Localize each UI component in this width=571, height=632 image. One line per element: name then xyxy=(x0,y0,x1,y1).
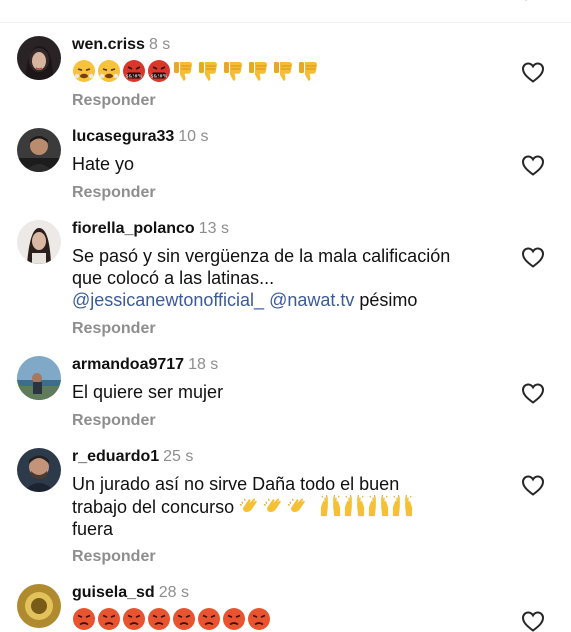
thumbs-down-icon xyxy=(222,59,246,83)
username[interactable]: lucasegura33 xyxy=(72,128,174,145)
mention-link[interactable]: @nawat.tv xyxy=(269,290,354,310)
timestamp: 13 s xyxy=(198,220,229,237)
angry-face-icon xyxy=(197,607,221,631)
thumbs-down-icon xyxy=(247,59,271,83)
reply-button[interactable]: Responder xyxy=(72,184,156,202)
thumbs-down-icon xyxy=(297,59,321,83)
clapping-hands-icon xyxy=(286,495,309,518)
username[interactable]: wen.criss xyxy=(72,36,145,53)
comment-text: Hate yo xyxy=(72,154,135,174)
comment-text-tail: pésimo xyxy=(359,290,418,310)
username[interactable]: armandoa9717 xyxy=(72,356,184,373)
emoji-row xyxy=(72,607,271,631)
comment-header: lucasegura33 10 s xyxy=(72,128,209,146)
comment-text-line: que colocó a las latinas... xyxy=(72,268,275,288)
raising-hands-icon xyxy=(367,495,390,518)
timestamp: 18 s xyxy=(188,356,219,373)
comment-text: El quiere ser mujer xyxy=(72,382,224,402)
comment-text-line: fuera xyxy=(72,519,114,539)
angry-face-icon xyxy=(72,607,96,631)
comment-header: guisela_sd 28 s xyxy=(72,584,189,602)
angry-face-icon xyxy=(222,607,246,631)
username[interactable]: r_eduardo1 xyxy=(72,448,159,465)
comment-text-line: trabajo del concurso xyxy=(72,495,502,518)
face-with-steam-icon xyxy=(72,59,96,83)
comment-header: armandoa9717 18 s xyxy=(72,356,218,374)
heart-icon[interactable] xyxy=(521,61,545,83)
angry-face-icon xyxy=(147,607,171,631)
top-bar xyxy=(0,0,571,23)
cursing-face-icon xyxy=(122,59,146,83)
heart-icon[interactable] xyxy=(521,154,545,176)
timestamp: 28 s xyxy=(158,584,189,601)
raising-hands-icon xyxy=(391,495,414,518)
heart-icon[interactable] xyxy=(521,474,545,496)
raising-hands-icon xyxy=(343,495,366,518)
thumbs-down-icon xyxy=(272,59,296,83)
comment-text-line: Un jurado así no sirve Daña todo el buen xyxy=(72,474,400,494)
avatar[interactable] xyxy=(17,128,61,172)
heart-icon[interactable] xyxy=(521,382,545,404)
timestamp: 10 s xyxy=(178,128,209,145)
comment-header: wen.criss 8 s xyxy=(72,36,170,54)
mention-link[interactable]: @jessicanewtonofficial_ xyxy=(72,290,264,310)
emoji-row xyxy=(72,59,321,83)
raising-hands-icon xyxy=(319,495,342,518)
reply-button[interactable]: Responder xyxy=(72,412,156,430)
reply-button[interactable]: Responder xyxy=(72,92,156,110)
emoji-row xyxy=(238,495,414,518)
timestamp: 8 s xyxy=(148,36,171,53)
cursing-face-icon xyxy=(147,59,171,83)
heart-icon[interactable] xyxy=(521,246,545,268)
comment-text: Se pasó y sin vergüenza de la mala calif… xyxy=(72,245,502,311)
clapping-hands-icon xyxy=(238,495,261,518)
clapping-hands-icon xyxy=(262,495,285,518)
angry-face-icon xyxy=(247,607,271,631)
comment-text-segment: trabajo del concurso xyxy=(72,497,235,517)
chevron-down-icon[interactable] xyxy=(519,0,533,6)
face-with-steam-icon xyxy=(97,59,121,83)
comment-text-line: @jessicanewtonofficial_ @nawat.tv pésimo xyxy=(72,289,502,311)
username[interactable]: fiorella_polanco xyxy=(72,220,195,237)
comment-header: r_eduardo1 25 s xyxy=(72,448,193,466)
comment-text: Un jurado así no sirve Daña todo el buen… xyxy=(72,473,502,540)
timestamp: 25 s xyxy=(163,448,194,465)
avatar[interactable] xyxy=(17,36,61,80)
heart-icon[interactable] xyxy=(521,610,545,632)
angry-face-icon xyxy=(97,607,121,631)
thumbs-down-icon xyxy=(197,59,221,83)
avatar[interactable] xyxy=(17,448,61,492)
comment-text-line: Se pasó y sin vergüenza de la mala calif… xyxy=(72,246,451,266)
angry-face-icon xyxy=(122,607,146,631)
avatar[interactable] xyxy=(17,220,61,264)
reply-button[interactable]: Responder xyxy=(72,320,156,338)
thumbs-down-icon xyxy=(172,59,196,83)
username[interactable]: guisela_sd xyxy=(72,584,155,601)
avatar[interactable] xyxy=(17,356,61,400)
comment-header: fiorella_polanco 13 s xyxy=(72,220,229,238)
avatar[interactable] xyxy=(17,584,61,628)
angry-face-icon xyxy=(172,607,196,631)
reply-button[interactable]: Responder xyxy=(72,548,156,566)
